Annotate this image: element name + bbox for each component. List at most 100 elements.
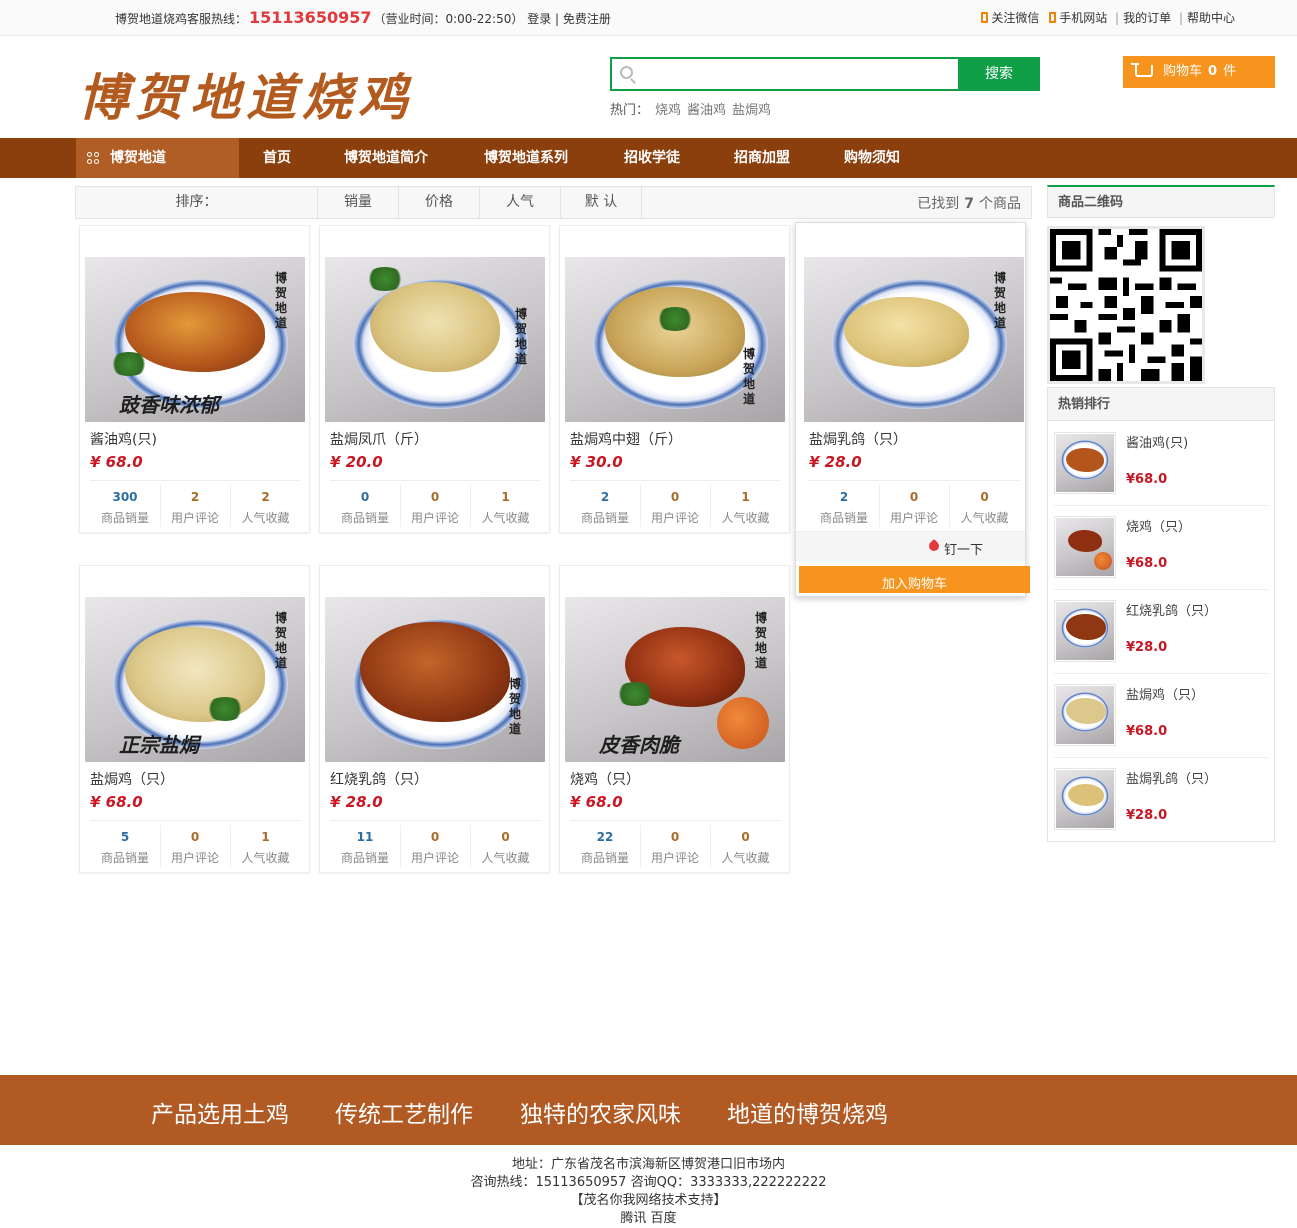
hot-item-name[interactable]: 红烧乳鸽（只）: [1126, 600, 1217, 619]
help-center-link[interactable]: 帮助中心: [1187, 11, 1235, 25]
cart-button[interactable]: 购物车 0 件: [1123, 56, 1275, 88]
photo-slogan: 豉香味浓郁: [119, 393, 219, 417]
product-name[interactable]: 盐焗凤爪（斤）: [330, 429, 428, 449]
footer-links[interactable]: 腾讯 百度: [0, 1210, 1297, 1228]
product-image[interactable]: 博贺地道 正宗盐焗: [85, 597, 305, 762]
nav-item-series[interactable]: 博贺地道系列: [484, 138, 568, 178]
register-link[interactable]: | 免费注册: [555, 12, 611, 26]
pin-button[interactable]: 钉一下: [796, 531, 1025, 561]
hot-item-name[interactable]: 烧鸡（只）: [1126, 516, 1191, 535]
product-name[interactable]: 烧鸡（只）: [570, 769, 640, 789]
product-card[interactable]: 博贺地道 红烧乳鸽（只） ¥ 28.0 11 商品销量 0 用户评论 0 人气收藏: [319, 565, 550, 873]
stat-value: 2: [190, 490, 200, 504]
stat-value: 22: [596, 830, 614, 844]
stat-sales: 22 商品销量: [570, 825, 641, 867]
product-image[interactable]: 博贺地道: [325, 597, 545, 762]
hot-item-thumb[interactable]: [1054, 600, 1116, 662]
product-name[interactable]: 盐焗乳鸽（只）: [809, 429, 907, 449]
stat-label: 人气收藏: [241, 511, 290, 525]
hot-item[interactable]: 盐焗乳鸽（只） ¥28.0: [1054, 758, 1268, 842]
search-box: 搜索: [610, 57, 1040, 91]
stat-label: 商品销量: [340, 851, 389, 865]
stat-label: 人气收藏: [721, 851, 770, 865]
search-input[interactable]: [642, 61, 952, 87]
footer-support[interactable]: 【茂名你我网络技术支持】: [0, 1192, 1297, 1210]
hot-item[interactable]: 酱油鸡(只) ¥68.0: [1054, 422, 1268, 506]
category-menu[interactable]: 博贺地道: [76, 138, 239, 178]
search-button[interactable]: 搜索: [958, 57, 1040, 91]
stat-value: 2: [600, 490, 610, 504]
product-card[interactable]: 博贺地道 正宗盐焗 盐焗鸡（只） ¥ 68.0 5 商品销量 0 用户评论 1 人气收…: [79, 565, 310, 873]
hot-item[interactable]: 红烧乳鸽（只） ¥28.0: [1054, 590, 1268, 674]
login-link[interactable]: 登录: [527, 12, 551, 26]
hot-item-name[interactable]: 盐焗鸡（只）: [1126, 684, 1204, 703]
wechat-link[interactable]: 关注微信: [981, 11, 1039, 25]
main-nav: 博贺地道 首页 博贺地道简介 博贺地道系列 招收学徒 招商加盟 购物须知: [0, 138, 1297, 178]
nav-item-intro[interactable]: 博贺地道简介: [344, 138, 428, 178]
nav-item-home[interactable]: 首页: [263, 138, 291, 178]
hot-item-name[interactable]: 盐焗乳鸽（只）: [1126, 768, 1217, 787]
hot-item-thumb[interactable]: [1054, 684, 1116, 746]
hot-item-price: ¥28.0: [1126, 808, 1168, 823]
site-logo[interactable]: 博贺地道烧鸡: [78, 58, 414, 130]
sort-label: 排序：: [76, 187, 318, 218]
top-bar-right: 关注微信 手机网站 | 我的订单 | 帮助中心: [975, 9, 1235, 26]
stat-value: 1: [501, 490, 510, 504]
product-price: ¥ 68.0: [90, 793, 143, 811]
nav-item-apprentice[interactable]: 招收学徒: [624, 138, 680, 178]
product-name[interactable]: 红烧乳鸽（只）: [330, 769, 428, 789]
result-count-prefix: 已找到: [917, 196, 960, 212]
product-stats: 5 商品销量 0 用户评论 1 人气收藏: [90, 820, 301, 867]
slogan-item: 产品选用土鸡: [151, 1102, 289, 1128]
product-card[interactable]: 博贺地道 盐焗凤爪（斤） ¥ 20.0 0 商品销量 0 用户评论 1 人气收藏: [319, 225, 550, 533]
product-image[interactable]: 博贺地道: [804, 257, 1024, 422]
hot-keyword[interactable]: 盐焗鸡: [732, 103, 771, 118]
nav-item-franchise[interactable]: 招商加盟: [734, 138, 790, 178]
product-card[interactable]: 博贺地道 豉香味浓郁 酱油鸡(只) ¥ 68.0 300 商品销量 2 用户评论 2…: [79, 225, 310, 533]
cart-count: 0: [1208, 64, 1218, 79]
stat-sales: 2 商品销量: [570, 485, 641, 527]
hot-item[interactable]: 盐焗鸡（只） ¥68.0: [1054, 674, 1268, 758]
stat-sales: 0 商品销量: [330, 485, 401, 527]
hot-item-thumb[interactable]: [1054, 768, 1116, 830]
stat-label: 人气收藏: [241, 851, 290, 865]
product-name[interactable]: 盐焗鸡（只）: [90, 769, 174, 789]
hot-item-thumb[interactable]: [1054, 516, 1116, 578]
sort-by-price[interactable]: 价格: [399, 187, 480, 218]
product-card[interactable]: 博贺地道 盐焗鸡中翅（斤） ¥ 30.0 2 商品销量 0 用户评论 1 人气收藏: [559, 225, 790, 533]
stat-value: 0: [670, 830, 680, 844]
sort-by-default[interactable]: 默 认: [561, 187, 642, 218]
stat-comments: 0 用户评论: [400, 485, 471, 527]
stat-label: 商品销量: [580, 851, 629, 865]
photo-slogan: 正宗盐焗: [119, 733, 199, 757]
nav-item-shopping-guide[interactable]: 购物须知: [844, 138, 900, 178]
sort-by-popularity[interactable]: 人气: [480, 187, 561, 218]
product-price: ¥ 28.0: [809, 453, 862, 471]
stat-sales: 5 商品销量: [90, 825, 161, 867]
stat-comments: 0 用户评论: [640, 825, 711, 867]
product-image[interactable]: 博贺地道: [565, 257, 785, 422]
product-card[interactable]: 博贺地道 盐焗乳鸽（只） ¥ 28.0 2 商品销量 0 用户评论 0 人气收藏 钉一…: [795, 222, 1030, 597]
photo-slogan: 皮香肉脆: [599, 733, 679, 757]
stat-label: 商品销量: [580, 511, 629, 525]
stat-favorites: 0 人气收藏: [470, 825, 541, 867]
stat-label: 人气收藏: [481, 851, 530, 865]
my-orders-link[interactable]: 我的订单: [1123, 11, 1171, 25]
sort-by-sales[interactable]: 销量: [318, 187, 399, 218]
stat-value: 0: [430, 490, 440, 504]
product-name[interactable]: 盐焗鸡中翅（斤）: [570, 429, 682, 449]
hot-ranking-title: 热销排行: [1048, 388, 1274, 421]
add-to-cart-button[interactable]: 加入购物车: [799, 566, 1030, 593]
hot-keyword[interactable]: 烧鸡: [655, 103, 681, 118]
product-card[interactable]: 博贺地道 皮香肉脆 烧鸡（只） ¥ 68.0 22 商品销量 0 用户评论 0 人气收…: [559, 565, 790, 873]
hot-keyword[interactable]: 酱油鸡: [687, 103, 726, 118]
hot-item[interactable]: 烧鸡（只） ¥68.0: [1054, 506, 1268, 590]
product-image[interactable]: 博贺地道 皮香肉脆: [565, 597, 785, 762]
product-image[interactable]: 博贺地道 豉香味浓郁: [85, 257, 305, 422]
hot-item-name[interactable]: 酱油鸡(只): [1126, 432, 1188, 451]
hot-item-thumb[interactable]: [1054, 432, 1116, 494]
stat-sales: 11 商品销量: [330, 825, 401, 867]
product-image[interactable]: 博贺地道: [325, 257, 545, 422]
product-name[interactable]: 酱油鸡(只): [90, 429, 157, 449]
mobile-site-link[interactable]: 手机网站: [1049, 11, 1107, 25]
